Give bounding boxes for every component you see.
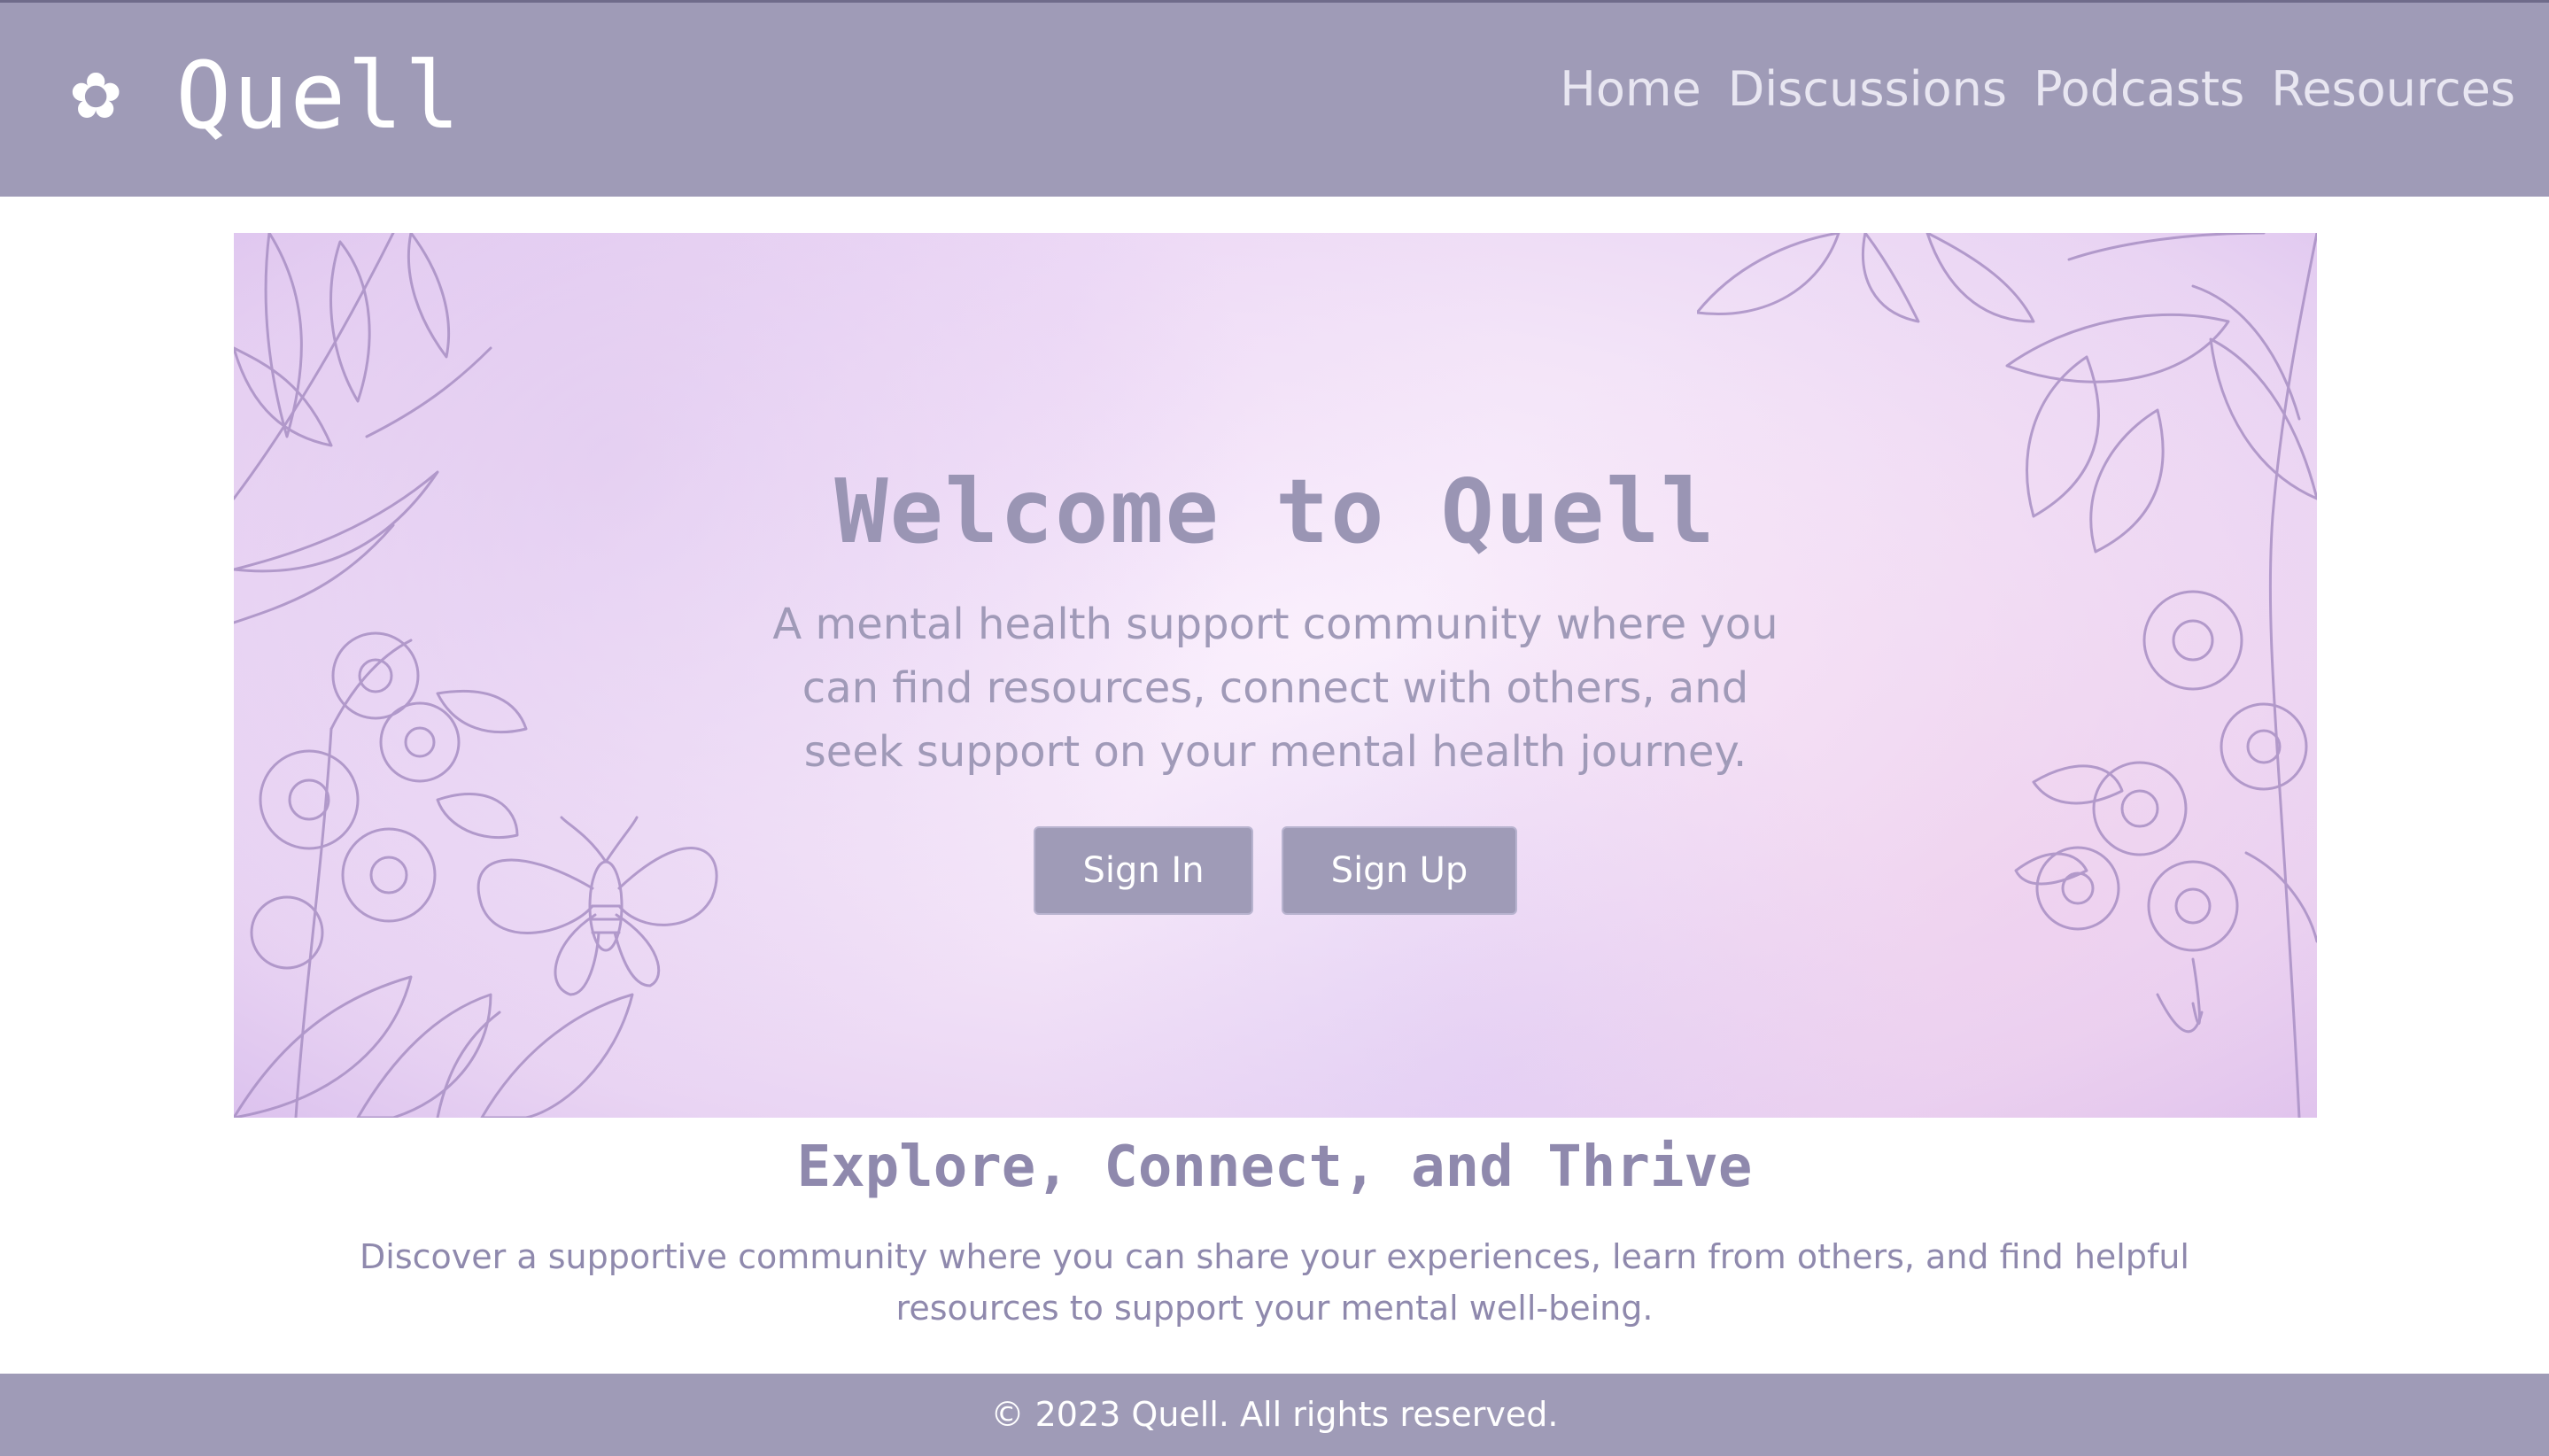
nav-link-resources[interactable]: Resources [2271, 54, 2515, 125]
main-nav: Home Discussions Podcasts Resources [1560, 54, 2515, 125]
nav-link-home[interactable]: Home [1560, 54, 1701, 125]
hero-content: Welcome to Quell A mental health support… [234, 454, 2317, 915]
site-footer: © 2023 Quell. All rights reserved. [0, 1374, 2549, 1456]
site-header: ✿ Quell Home Discussions Podcasts Resour… [0, 0, 2549, 197]
section-description: Discover a supportive community where yo… [360, 1237, 2189, 1328]
explore-section: Explore, Connect, and Thrive Discover a … [0, 1123, 2549, 1334]
hero-buttons: Sign In Sign Up [234, 826, 2317, 915]
section-title: Explore, Connect, and Thrive [796, 1135, 1753, 1200]
hero-banner: Welcome to Quell A mental health support… [234, 233, 2317, 1118]
sign-up-button[interactable]: Sign Up [1282, 826, 1517, 915]
hero-title: Welcome to Quell [834, 460, 1716, 563]
sign-in-button[interactable]: Sign In [1034, 826, 1253, 915]
nav-link-podcasts[interactable]: Podcasts [2034, 54, 2244, 125]
logo-text: Quell [175, 42, 462, 150]
nav-link-discussions[interactable]: Discussions [1728, 54, 2007, 125]
hero-subtitle: A mental health support community where … [772, 600, 1778, 777]
flower-icon: ✿ [69, 58, 123, 133]
logo[interactable]: ✿ Quell [69, 47, 461, 144]
copyright-text: © 2023 Quell. All rights reserved. [990, 1395, 1559, 1434]
